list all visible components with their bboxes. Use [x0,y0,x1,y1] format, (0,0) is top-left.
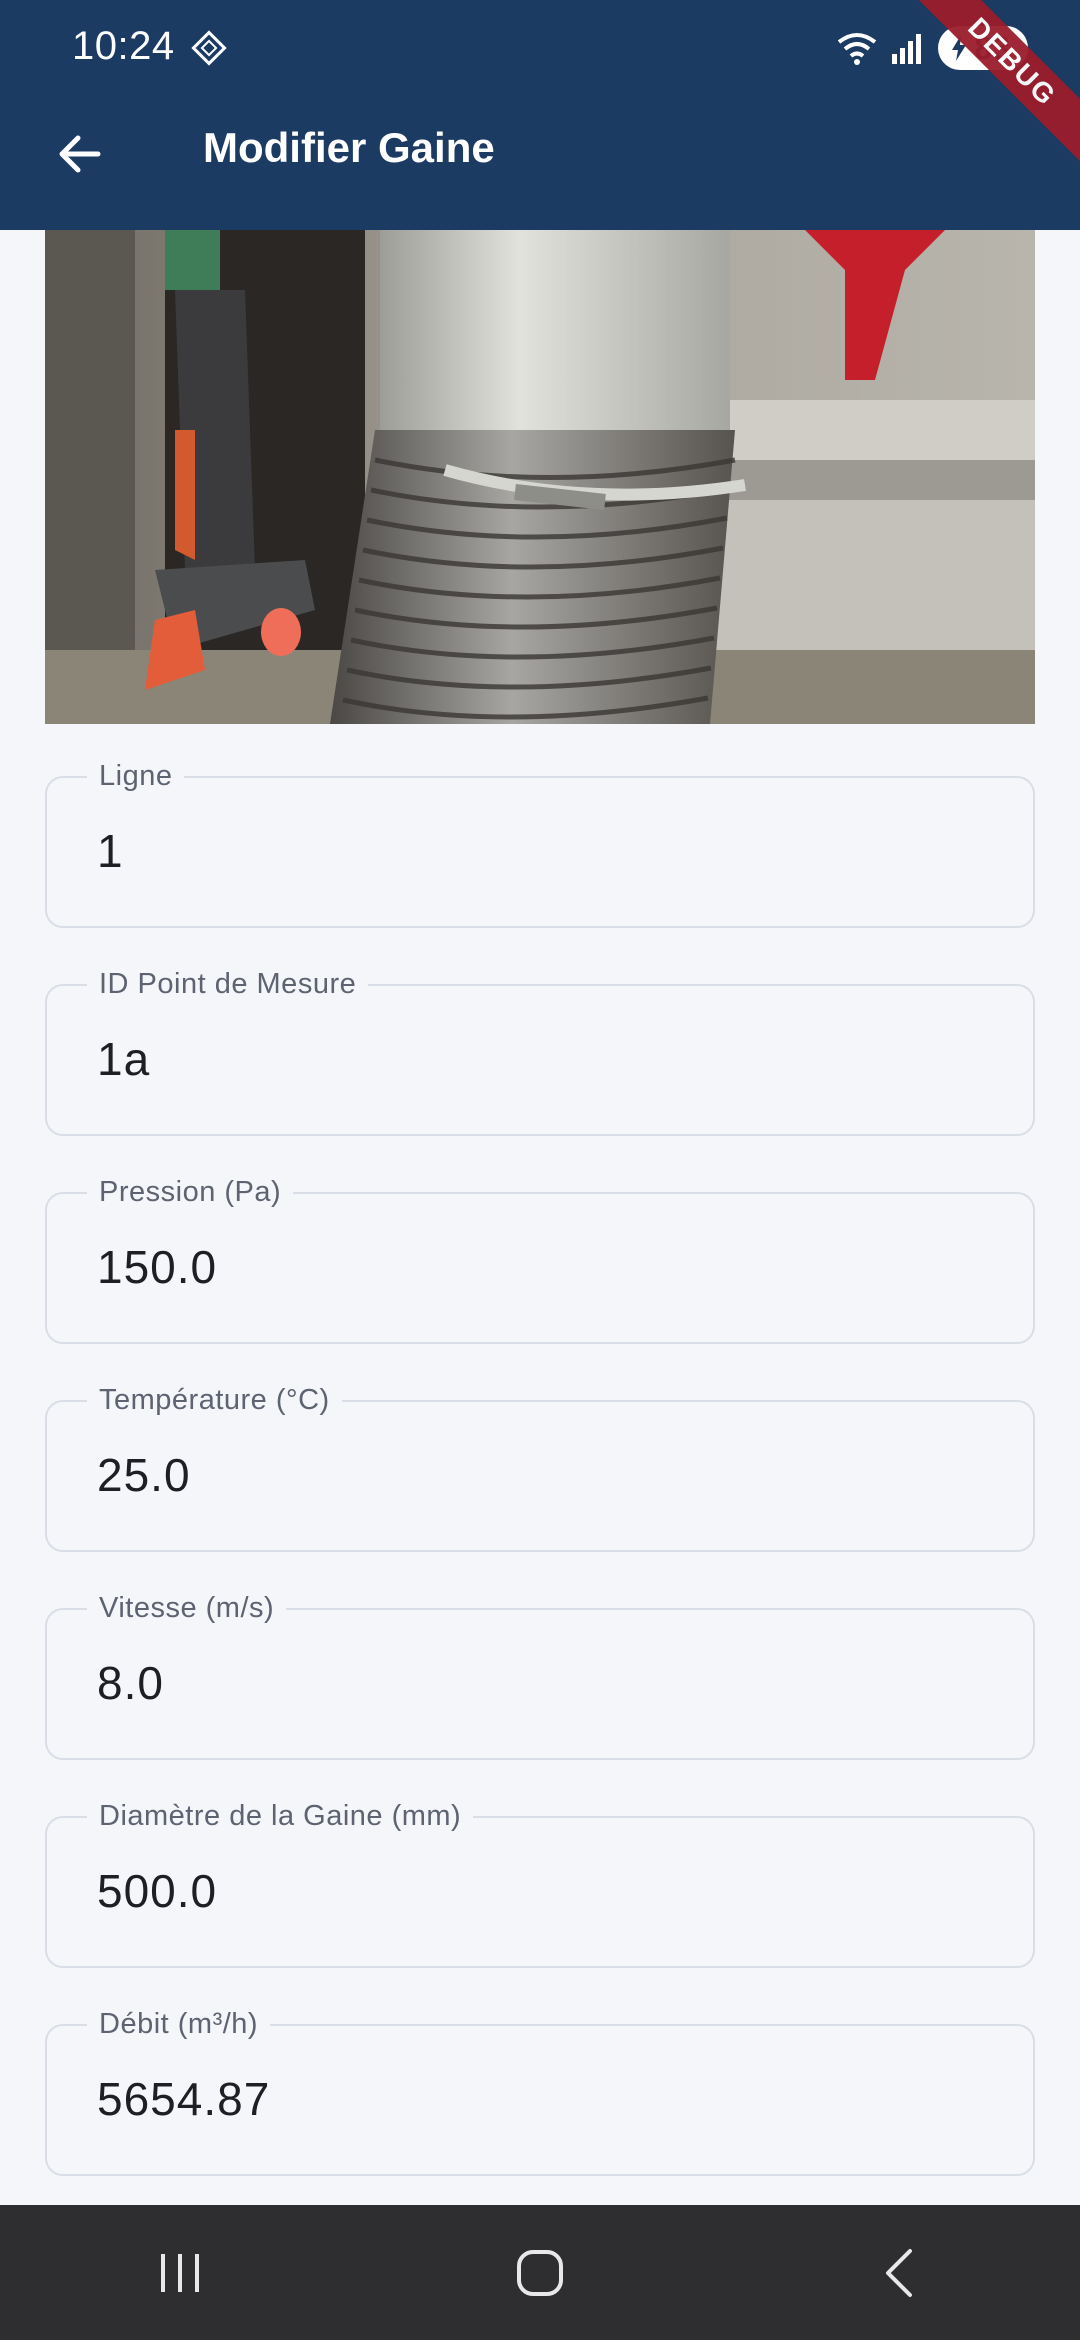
duct-form: Ligne 1 ID Point de Mesure 1a Pression (… [45,760,1035,2232]
top-app-bar: 10:24 83 [0,0,1080,230]
ligne-field[interactable]: Ligne 1 [45,760,1035,928]
field-value[interactable]: 25.0 [97,1448,191,1502]
page-title: Modifier Gaine [203,124,495,171]
system-back-button[interactable] [840,2223,960,2323]
arrow-left-icon [59,135,101,173]
field-value[interactable]: 150.0 [97,1240,217,1294]
back-icon [886,2248,912,2297]
duct-hose-photo [45,230,1035,724]
signal-icon [892,34,922,64]
flow-rate-field[interactable]: Débit (m³/h) 5654.87 [45,2008,1035,2176]
field-label: Diamètre de la Gaine (mm) [87,1800,474,1833]
field-value[interactable]: 8.0 [97,1656,164,1710]
field-label: Ligne [87,760,185,793]
back-button[interactable] [44,118,116,190]
field-label: ID Point de Mesure [87,968,369,1001]
temperature-field[interactable]: Température (°C) 25.0 [45,1384,1035,1552]
field-label: Vitesse (m/s) [87,1592,287,1625]
field-value[interactable]: 500.0 [97,1864,217,1918]
home-button[interactable] [480,2223,600,2323]
measure-point-id-field[interactable]: ID Point de Mesure 1a [45,968,1035,1136]
duct-photo[interactable] [45,230,1035,724]
field-label: Température (°C) [87,1384,342,1417]
diamond-icon [191,30,227,66]
field-label: Pression (Pa) [87,1176,294,1209]
screen: 10:24 83 [0,0,1080,2340]
status-time: 10:24 [72,24,175,68]
system-nav-bar [0,2205,1080,2340]
field-label: Débit (m³/h) [87,2008,271,2041]
field-value[interactable]: 1 [97,824,124,878]
field-value[interactable]: 1a [97,1032,150,1086]
field-value[interactable]: 5654.87 [97,2072,270,2126]
home-icon [517,2249,563,2296]
wifi-icon [838,33,877,65]
recent-apps-icon [161,2253,199,2292]
recent-apps-button[interactable] [120,2223,240,2323]
velocity-field[interactable]: Vitesse (m/s) 8.0 [45,1592,1035,1760]
pressure-field[interactable]: Pression (Pa) 150.0 [45,1176,1035,1344]
duct-diameter-field[interactable]: Diamètre de la Gaine (mm) 500.0 [45,1800,1035,1968]
